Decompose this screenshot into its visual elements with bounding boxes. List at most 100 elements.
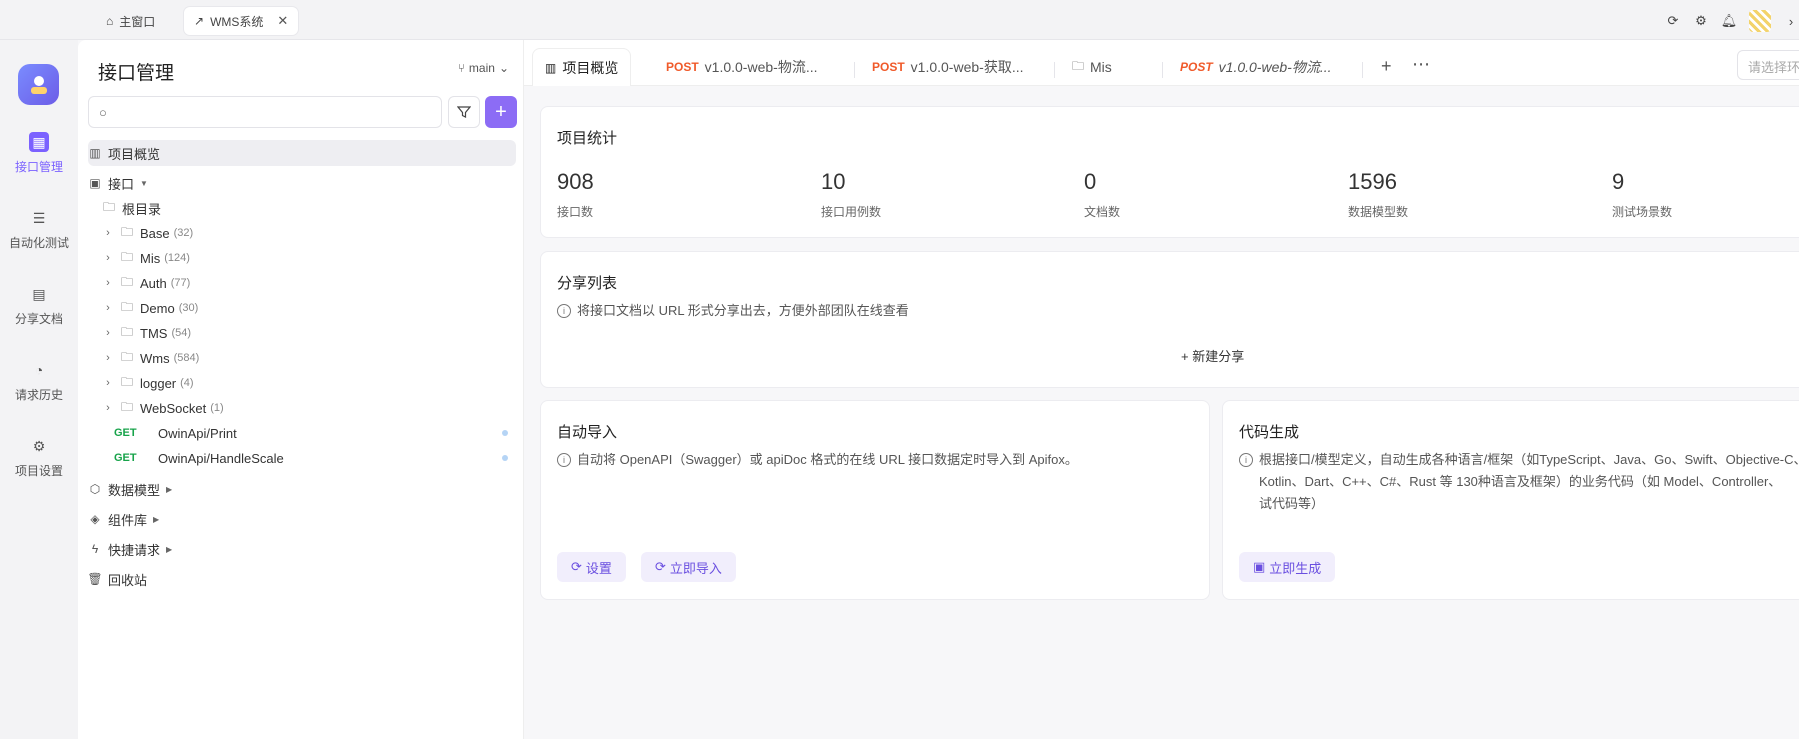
caret-right-icon: ▶ [153, 514, 160, 524]
home-icon: ⌂ [106, 14, 114, 28]
tab-post-2[interactable]: POST v1.0.0-web-获取... [860, 48, 1036, 86]
new-tab-icon[interactable]: + [1381, 56, 1392, 77]
window-tab-main[interactable]: ⌂ 主窗口 [96, 7, 165, 35]
more-icon[interactable]: ⋯ [1412, 54, 1430, 75]
folder-icon: 🗀︎ [120, 224, 133, 239]
tab-overview[interactable]: ▥ 项目概览 [532, 48, 632, 86]
folder-name: Auth [140, 275, 167, 291]
bell-icon[interactable]: 🔔︎ [1721, 13, 1738, 29]
tab-divider [1362, 62, 1363, 78]
description-text: 根据接口/模型定义，自动生成各种语言/框架（如TypeScript、Java、G… [1259, 449, 1799, 515]
description-line: 试代码等） [1259, 496, 1325, 511]
stat-item: 10 接口用例数 [821, 169, 881, 220]
tab-label: Mis [1090, 59, 1112, 75]
tree-endpoint[interactable]: GET OwinApi/HandleScale [114, 445, 516, 471]
description-line: 根据接口/模型定义，自动生成各种语言/框架（如TypeScript、Java、G… [1259, 452, 1799, 467]
caret-right-icon: ▶ [166, 484, 173, 494]
tree-item-data-model[interactable]: ⬡ 数据模型 ▶ [88, 476, 516, 502]
search-input[interactable] [119, 101, 429, 123]
search-icon: ○ [99, 105, 107, 120]
stat-item: 908 接口数 [557, 169, 594, 220]
tree-folder[interactable]: › 🗀︎ Mis (124) [102, 245, 516, 271]
tree-label: 根目录 [122, 201, 162, 217]
folder-name: Demo [140, 300, 175, 316]
description-line: Kotlin、Dart、C++、C#、Rust 等 130种语言及框架）的业务代… [1259, 474, 1782, 489]
stat-value: 10 [821, 169, 846, 194]
api-icon: ▦ [29, 132, 49, 152]
filter-button[interactable] [448, 96, 480, 128]
tree-item-quick-request[interactable]: ϟ 快捷请求 ▶ [88, 536, 516, 562]
gear-icon[interactable]: ⚙ [1693, 13, 1709, 29]
tab-divider [854, 62, 855, 78]
tree-folder[interactable]: › 🗀︎ Base (32) [102, 220, 516, 246]
codegen-description: i 根据接口/模型定义，自动生成各种语言/框架（如TypeScript、Java… [1239, 449, 1799, 515]
tab-label: v1.0.0-web-获取... [910, 59, 1024, 75]
rail-label: 分享文档 [14, 312, 63, 326]
branch-selector[interactable]: ⑂ main ⌄ [458, 61, 509, 75]
tab-mis[interactable]: 🗀︎ Mis [1060, 48, 1124, 86]
generate-button[interactable]: ▣ 立即生成 [1239, 552, 1336, 582]
rail-item-auto-test[interactable]: ☰ 自动化测试 [0, 208, 78, 251]
rail-item-history[interactable]: ◔ 请求历史 [0, 360, 78, 403]
tree-folder[interactable]: › 🗀︎ Auth (77) [102, 270, 516, 296]
method-badge: POST [872, 60, 905, 74]
tree-item-interfaces[interactable]: ▣ 接口 ▼ [88, 170, 516, 196]
tree-item-trash[interactable]: 🗑︎ 回收站 [87, 566, 516, 592]
tree-item-components[interactable]: ◈ 组件库 ▶ [88, 506, 516, 532]
stat-label: 接口数 [557, 205, 594, 219]
folder-count: (584) [173, 352, 200, 364]
environment-select[interactable]: 请选择环 [1737, 50, 1799, 80]
lightning-icon: ϟ [91, 542, 99, 556]
method-badge: GET [114, 427, 137, 439]
folder-name: Mis [140, 250, 161, 266]
caret-down-icon: ▼ [140, 178, 148, 188]
chevron-right-icon: › [106, 302, 110, 314]
auto-import-card: 自动导入 i 自动将 OpenAPI（Swagger）或 apiDoc 格式的在… [540, 400, 1210, 600]
tree-folder[interactable]: › 🗀︎ WebSocket (1) [102, 395, 516, 421]
avatar[interactable] [1749, 10, 1771, 32]
left-rail: ▦ 接口管理 ☰ 自动化测试 ▤ 分享文档 ◔ 请求历史 ⚙ 项目设置 [0, 40, 78, 739]
tab-label: 项目概览 [562, 59, 619, 76]
folder-icon: 🗀︎ [1072, 58, 1085, 73]
tree-endpoint[interactable]: GET OwinApi/Print [114, 420, 516, 446]
rail-item-share-doc[interactable]: ▤ 分享文档 [0, 284, 78, 327]
tab-post-3[interactable]: POST v1.0.0-web-物流... [1168, 48, 1344, 86]
folder-icon: 🗀︎ [120, 374, 133, 389]
close-icon[interactable]: ✕ [277, 13, 288, 29]
tree-folder[interactable]: › 🗀︎ TMS (54) [102, 320, 516, 346]
endpoint-path: OwinApi/Print [158, 425, 237, 441]
new-share-button[interactable]: + 新建分享 [1181, 346, 1244, 365]
tab-post-1[interactable]: POST v1.0.0-web-物流... [654, 48, 830, 86]
tree-item-overview[interactable]: ▥ 项目概览 [88, 140, 516, 166]
window-tab-wms[interactable]: ↗ WMS系统 ✕ [184, 7, 299, 35]
rail-item-settings[interactable]: ⚙ 项目设置 [0, 436, 78, 479]
stats-card: 项目统计 908 接口数 10 接口用例数 0 文档数 1596 数据模型数 9… [540, 106, 1799, 238]
history-icon: ◔ [34, 362, 44, 378]
rail-item-api[interactable]: ▦ 接口管理 [0, 132, 78, 175]
info-icon: i [1239, 453, 1253, 467]
share-doc-icon: ▤ [32, 285, 46, 302]
chevron-down-icon: ⌄ [498, 61, 509, 75]
stat-label: 接口用例数 [821, 205, 882, 219]
stat-value: 1596 [1348, 169, 1397, 194]
tree-label: 快捷请求 [108, 542, 161, 558]
folder-name: Base [140, 225, 170, 241]
folder-count: (77) [170, 277, 191, 289]
tree-folder[interactable]: › 🗀︎ logger (4) [102, 370, 516, 396]
codegen-card: 代码生成 i 根据接口/模型定义，自动生成各种语言/框架（如TypeScript… [1222, 400, 1799, 600]
import-now-button[interactable]: ⟳ 立即导入 [641, 552, 736, 582]
overview-icon: ▥ [89, 146, 101, 160]
stat-label: 文档数 [1084, 205, 1121, 219]
tree-item-root[interactable]: 🗀︎ 根目录 [102, 195, 516, 221]
folder-icon: 🗀︎ [120, 274, 133, 289]
tree-label: 回收站 [108, 572, 148, 588]
collapse-icon[interactable]: › [1783, 13, 1799, 29]
tree-folder[interactable]: › 🗀︎ Wms (584) [102, 345, 516, 371]
tree-folder[interactable]: › 🗀︎ Demo (30) [102, 295, 516, 321]
share-card: 分享列表 i 将接口文档以 URL 形式分享出去，方便外部团队在线查看 + 新建… [540, 251, 1799, 388]
card-title: 代码生成 [1239, 424, 1300, 441]
add-button[interactable]: + [485, 96, 517, 128]
settings-button[interactable]: ⟳ 设置 [557, 552, 626, 582]
refresh-icon: ⟳ [571, 559, 582, 574]
refresh-icon[interactable]: ⟳ [1665, 13, 1681, 29]
